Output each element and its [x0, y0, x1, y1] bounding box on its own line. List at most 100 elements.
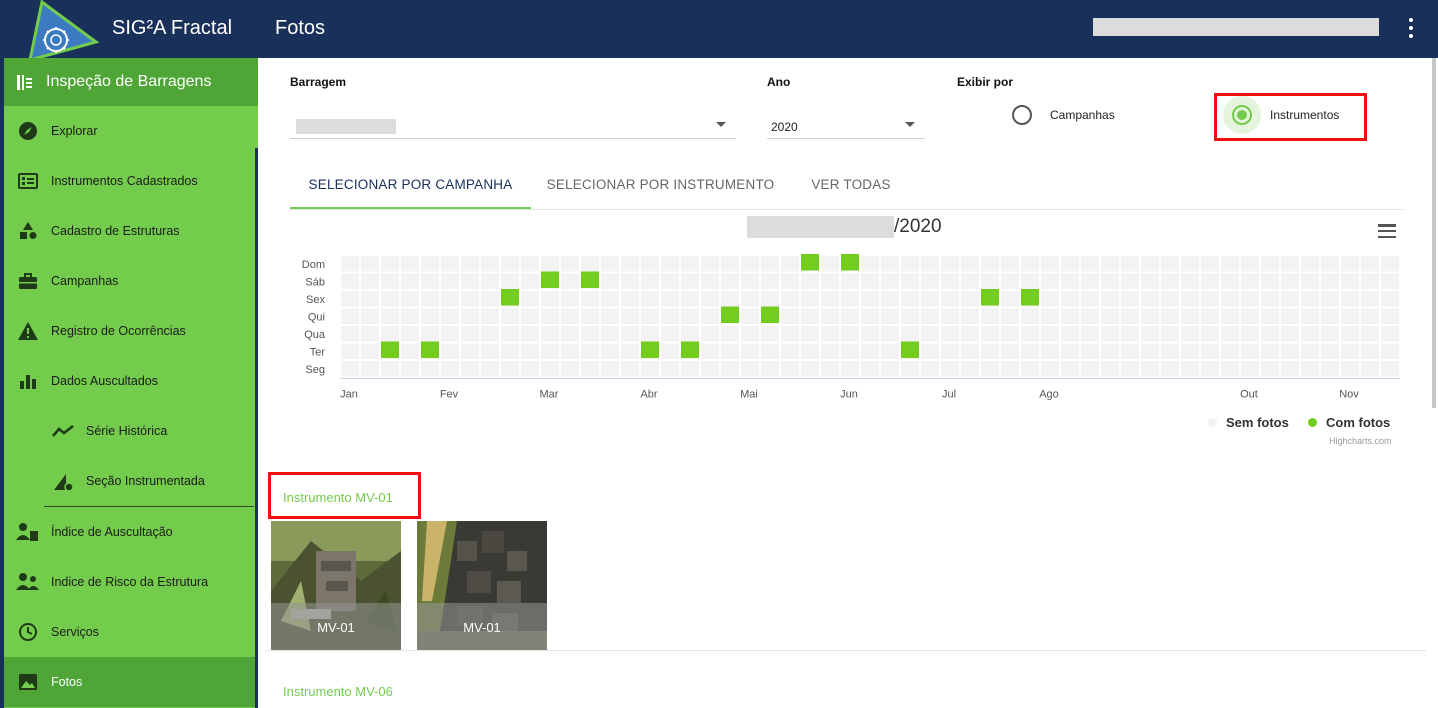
- instrument-title: Instrumento MV-01: [283, 490, 393, 505]
- heatmap-empty-cell: [881, 291, 899, 307]
- photo-thumbnail[interactable]: MV-01: [271, 521, 401, 651]
- heatmap-empty-cell: [1341, 361, 1359, 377]
- heatmap-empty-cell: [601, 361, 619, 377]
- heatmap-empty-cell: [441, 343, 459, 359]
- heatmap-empty-cell: [461, 361, 479, 377]
- app-logo-icon[interactable]: [22, 0, 100, 62]
- photo-calendar-heatmap: Seg Ter Qua Qui Sex Sáb Dom Jan Fev Mar Abr Mai Jun J…: [302, 254, 1400, 401]
- heatmap-photo-cell[interactable]: [801, 254, 819, 271]
- heatmap-empty-cell: [401, 343, 419, 359]
- y-tick-label: Sex: [306, 294, 325, 306]
- heatmap-photo-cell[interactable]: [981, 289, 999, 306]
- heatmap-photo-cell[interactable]: [581, 271, 599, 289]
- chart-menu-icon[interactable]: [1378, 224, 1396, 238]
- heatmap-empty-cell: [421, 291, 439, 307]
- heatmap-empty-cell: [701, 361, 719, 377]
- heatmap-empty-cell: [1061, 256, 1079, 272]
- heatmap-empty-cell: [1101, 361, 1119, 377]
- heatmap-photo-cell[interactable]: [381, 341, 399, 359]
- heatmap-empty-cell: [501, 343, 519, 359]
- clock-icon: [4, 622, 51, 642]
- heatmap-empty-cell: [1141, 361, 1159, 377]
- heatmap-empty-cell: [601, 273, 619, 289]
- heatmap-empty-cell: [661, 343, 679, 359]
- heatmap-empty-cell: [1121, 273, 1139, 289]
- heatmap-empty-cell: [1281, 326, 1299, 342]
- heatmap-empty-cell: [1361, 273, 1379, 289]
- sidebar-item-registro-ocorrencias[interactable]: Registro de Ocorrências: [4, 306, 258, 356]
- heatmap-empty-cell: [941, 326, 959, 342]
- sidebar-item-campanhas[interactable]: Campanhas: [4, 256, 258, 306]
- sidebar-item-explorar[interactable]: Explorar: [4, 106, 258, 156]
- shapes-icon: [4, 221, 51, 241]
- main-scrollbar[interactable]: [1432, 58, 1436, 408]
- heatmap-photo-cell[interactable]: [501, 289, 519, 306]
- heatmap-empty-cell: [1061, 326, 1079, 342]
- heatmap-empty-cell: [521, 326, 539, 342]
- radio-campanhas[interactable]: Campanhas: [1012, 105, 1115, 125]
- sidebar-section-header[interactable]: Inspeção de Barragens: [4, 58, 258, 106]
- tab-selecionar-por-instrumento[interactable]: SELECIONAR POR INSTRUMENTO: [531, 168, 790, 209]
- heatmap-photo-cell[interactable]: [721, 306, 739, 324]
- sidebar-item-serie-historica[interactable]: Série Histórica: [4, 406, 258, 456]
- heatmap-empty-cell: [441, 273, 459, 289]
- legend-com-fotos[interactable]: Com fotos: [1308, 415, 1390, 430]
- heatmap-photo-cell[interactable]: [761, 306, 779, 324]
- more-options-icon[interactable]: [1400, 14, 1422, 42]
- heatmap-photo-cell[interactable]: [421, 341, 439, 359]
- heatmap-empty-cell: [821, 291, 839, 307]
- sidebar-item-dados-auscultados[interactable]: Dados Auscultados: [4, 356, 258, 406]
- photo-thumbnail[interactable]: MV-01: [417, 521, 547, 651]
- warning-icon: [4, 321, 51, 341]
- legend-sem-fotos[interactable]: Sem fotos: [1208, 415, 1289, 430]
- tab-selecionar-por-campanha[interactable]: SELECIONAR POR CAMPANHA: [290, 168, 531, 209]
- heatmap-empty-cell: [841, 361, 859, 377]
- sidebar-item-servicos[interactable]: Serviços: [4, 607, 258, 657]
- heatmap-empty-cell: [521, 308, 539, 324]
- photo-caption: MV-01: [317, 620, 355, 635]
- heatmap-photo-cell[interactable]: [841, 254, 859, 271]
- sidebar-item-indice-auscultacao[interactable]: Índice de Auscultação: [4, 507, 258, 557]
- heatmap-photo-cell[interactable]: [641, 341, 659, 359]
- heatmap-empty-cell: [501, 273, 519, 289]
- heatmap-empty-cell: [961, 343, 979, 359]
- heatmap-empty-cell: [641, 291, 659, 307]
- barragem-select[interactable]: [290, 115, 736, 139]
- heatmap-empty-cell: [881, 326, 899, 342]
- heatmap-empty-cell: [1081, 308, 1099, 324]
- heatmap-empty-cell: [881, 256, 899, 272]
- sidebar-item-instrumentos-cadastrados[interactable]: Instrumentos Cadastrados: [4, 156, 258, 206]
- heatmap-photo-cell[interactable]: [541, 271, 559, 289]
- heatmap-empty-cell: [921, 308, 939, 324]
- heatmap-empty-cell: [1341, 291, 1359, 307]
- legend-dot-icon: [1208, 418, 1217, 427]
- barragem-label: Barragem: [290, 75, 347, 89]
- sidebar-item-secao-instrumentada[interactable]: Seção Instrumentada: [4, 456, 258, 506]
- chart-credits[interactable]: Highcharts.com: [1329, 436, 1392, 446]
- heatmap-empty-cell: [581, 361, 599, 377]
- heatmap-empty-cell: [761, 273, 779, 289]
- heatmap-empty-cell: [1081, 273, 1099, 289]
- sidebar-item-indice-risco[interactable]: Indice de Risco da Estrutura: [4, 557, 258, 607]
- heatmap-empty-cell: [1121, 326, 1139, 342]
- heatmap-empty-cell: [541, 291, 559, 307]
- heatmap-empty-cell: [1361, 343, 1379, 359]
- sidebar-item-cadastro-estruturas[interactable]: Cadastro de Estruturas: [4, 206, 258, 256]
- tab-ver-todas[interactable]: VER TODAS: [790, 168, 912, 209]
- heatmap-empty-cell: [421, 256, 439, 272]
- heatmap-empty-cell: [761, 326, 779, 342]
- sidebar-item-fotos[interactable]: Fotos: [4, 657, 258, 707]
- heatmap-photo-cell[interactable]: [901, 341, 919, 359]
- heatmap-empty-cell: [841, 343, 859, 359]
- heatmap-empty-cell: [501, 326, 519, 342]
- heatmap-empty-cell: [921, 256, 939, 272]
- heatmap-photo-cell[interactable]: [681, 341, 699, 359]
- heatmap-empty-cell: [1001, 308, 1019, 324]
- heatmap-empty-cell: [481, 256, 499, 272]
- radio-unchecked-icon[interactable]: [1012, 105, 1032, 125]
- x-tick-label: Fev: [440, 389, 459, 401]
- ano-select[interactable]: 2020: [767, 115, 925, 139]
- heatmap-empty-cell: [621, 273, 639, 289]
- heatmap-empty-cell: [1121, 343, 1139, 359]
- heatmap-photo-cell[interactable]: [1021, 289, 1039, 306]
